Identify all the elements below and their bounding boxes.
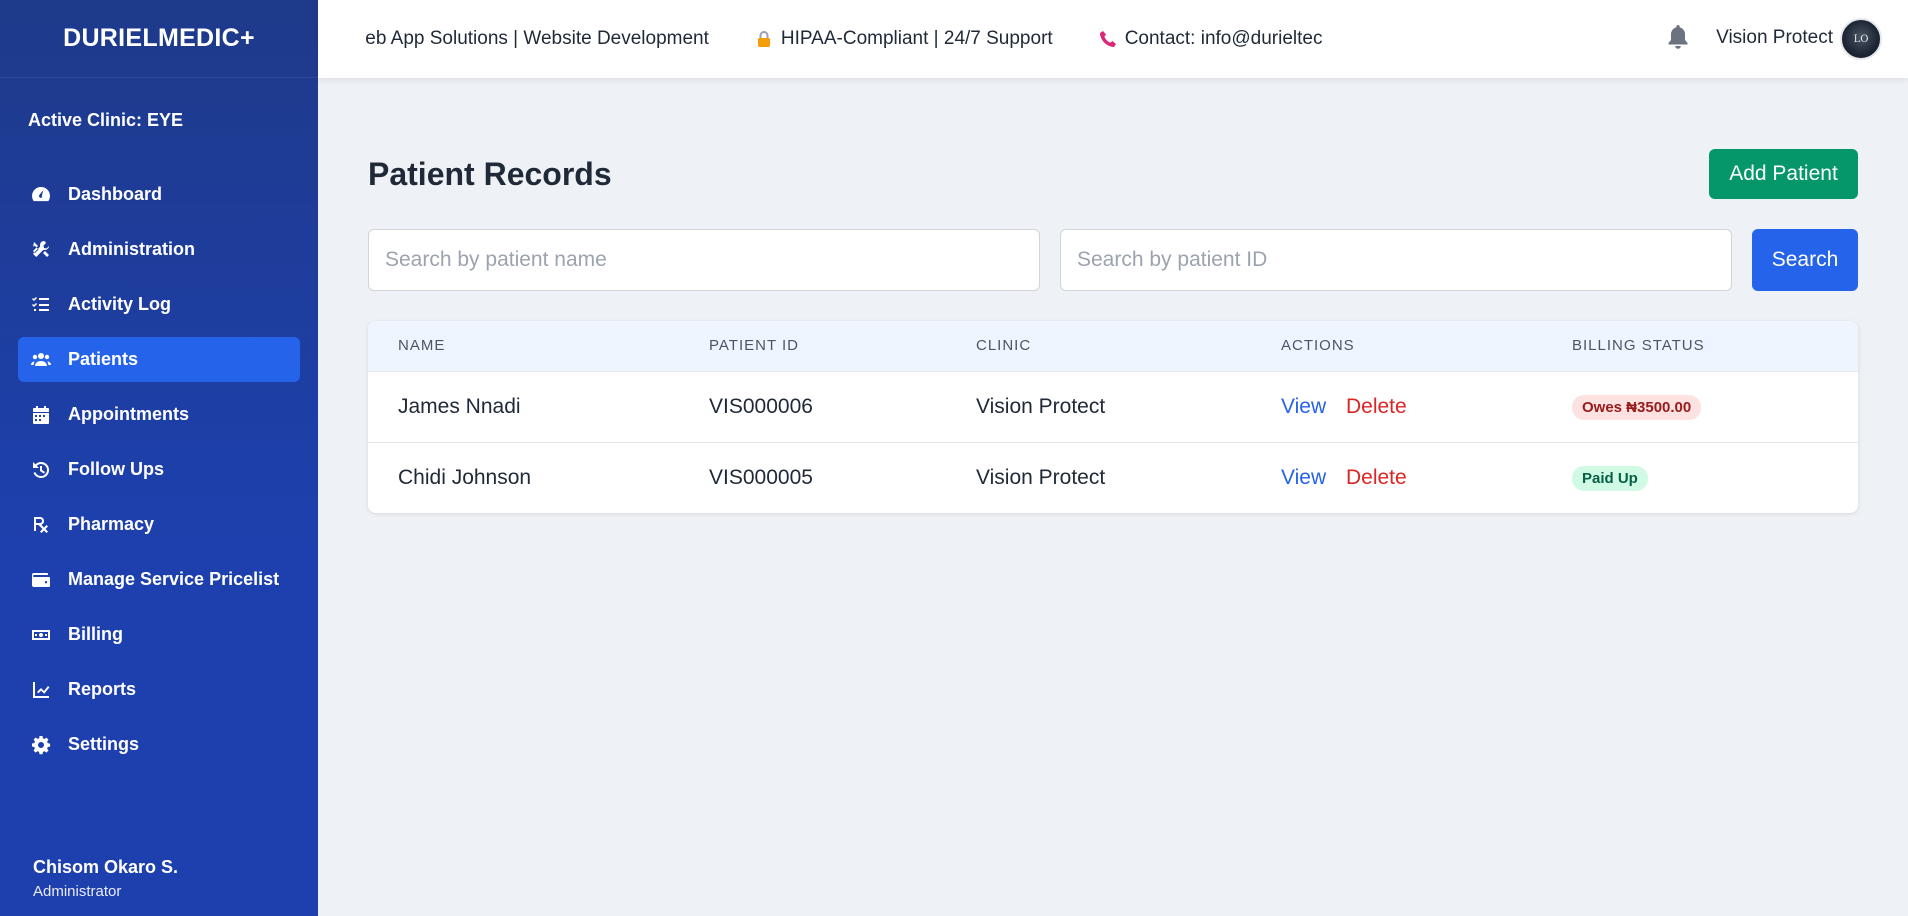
delete-link[interactable]: Delete — [1346, 466, 1407, 489]
ticker-item: HIPAA-Compliant | 24/7 Support — [755, 28, 1053, 50]
billing-status-badge: Paid Up — [1572, 465, 1648, 491]
notification-bell-icon[interactable] — [1666, 24, 1690, 50]
sidebar-item-appointments[interactable]: Appointments — [18, 392, 300, 437]
sidebar-item-pharmacy[interactable]: Pharmacy — [18, 502, 300, 547]
patient-clinic: Vision Protect — [976, 465, 1106, 489]
sidebar-item-administration[interactable]: Administration — [18, 227, 300, 272]
sidebar-item-label: Activity Log — [68, 294, 172, 314]
ticker-text: HIPAA-Compliant | 24/7 Support — [780, 28, 1053, 49]
phone-icon — [1099, 30, 1117, 48]
column-header-actions: ACTIONS — [1281, 337, 1355, 355]
patient-name: Chidi Johnson — [398, 465, 532, 489]
patient-name: James Nnadi — [398, 394, 521, 418]
ticker-item: Contact: info@durieltec — [1099, 28, 1323, 50]
tools-icon — [28, 240, 54, 260]
lock-icon — [755, 30, 773, 48]
sidebar-item-label: Settings — [68, 734, 140, 754]
view-link[interactable]: View — [1281, 395, 1326, 418]
search-name-input[interactable] — [368, 229, 1040, 291]
table-row: Chidi Johnson VIS000005 Vision Protect V… — [368, 442, 1858, 513]
list-check-icon — [28, 295, 54, 315]
user-name: Chisom Okaro S. — [33, 857, 179, 877]
search-button[interactable]: Search — [1752, 229, 1858, 291]
users-icon — [28, 350, 54, 370]
brand-logo[interactable]: DURIELMEDIC+ — [0, 0, 318, 78]
column-header-billing-status: BILLING STATUS — [1572, 337, 1705, 355]
user-role: Administrator — [33, 883, 122, 900]
patient-table: NAME PATIENT ID CLINIC ACTIONS BILLING S… — [368, 321, 1858, 513]
search-id-input[interactable] — [1060, 229, 1732, 291]
prescription-icon — [28, 515, 54, 535]
sidebar-item-label: Dashboard — [68, 184, 163, 204]
account-name[interactable]: Vision Protect — [1716, 27, 1833, 49]
chart-line-icon — [28, 680, 54, 700]
table-header-row: NAME PATIENT ID CLINIC ACTIONS BILLING S… — [368, 321, 1858, 371]
column-header-clinic: CLINIC — [976, 337, 1032, 355]
sidebar-item-manage-service-pricelist[interactable]: Manage Service Pricelist — [18, 557, 300, 602]
column-header-patient-id: PATIENT ID — [709, 337, 800, 355]
column-header-name: NAME — [398, 337, 446, 355]
ticker-text: Contact: info@durieltec — [1124, 28, 1323, 49]
billing-status-badge: Owes ₦3500.00 — [1572, 394, 1702, 420]
topbar: /eb App Solutions | Website Development … — [318, 0, 1908, 78]
sidebar-item-label: Billing — [68, 624, 123, 644]
avatar[interactable]: LO — [1840, 18, 1882, 60]
page-title: Patient Records — [368, 156, 612, 192]
sidebar-item-label: Appointments — [68, 404, 189, 424]
ticker-text: /eb App Solutions | Website Development — [366, 28, 709, 49]
patient-actions: View Delete — [1251, 442, 1542, 513]
money-bill-icon — [28, 625, 54, 645]
sidebar-item-dashboard[interactable]: Dashboard — [18, 172, 300, 217]
gauge-icon — [28, 185, 54, 205]
calendar-icon — [28, 405, 54, 425]
billing-status-cell: Paid Up — [1542, 442, 1858, 513]
gear-icon — [28, 735, 54, 755]
patient-clinic: Vision Protect — [976, 394, 1106, 418]
table-row: James Nnadi VIS000006 Vision Protect Vie… — [368, 371, 1858, 442]
patient-id: VIS000006 — [709, 394, 813, 418]
search-bar: Search — [368, 229, 1858, 291]
view-link[interactable]: View — [1281, 466, 1326, 489]
marquee-ticker: /eb App Solutions | Website Development … — [366, 0, 1406, 78]
patient-actions: View Delete — [1251, 371, 1542, 442]
sidebar-item-label: Administration — [68, 239, 196, 259]
active-clinic-label: Active Clinic: EYE — [28, 110, 184, 130]
wallet-icon — [28, 570, 54, 590]
current-user: Chisom Okaro S. Administrator — [33, 857, 178, 900]
sidebar-item-billing[interactable]: Billing — [18, 612, 300, 657]
sidebar-item-label: Patients — [68, 349, 139, 369]
delete-link[interactable]: Delete — [1346, 395, 1407, 418]
history-icon — [28, 460, 54, 480]
sidebar-item-label: Manage Service Pricelist — [68, 569, 280, 589]
add-patient-button[interactable]: Add Patient — [1709, 149, 1858, 199]
sidebar-item-reports[interactable]: Reports — [18, 667, 300, 712]
ticker-item: /eb App Solutions | Website Development — [366, 28, 709, 50]
sidebar-nav: Dashboard Administration Activity Log Pa… — [0, 172, 318, 767]
sidebar: DURIELMEDIC+ Active Clinic: EYE Dashboar… — [0, 0, 318, 916]
sidebar-item-patients[interactable]: Patients — [18, 337, 300, 382]
sidebar-item-settings[interactable]: Settings — [18, 722, 300, 767]
billing-status-cell: Owes ₦3500.00 — [1542, 371, 1858, 442]
sidebar-item-label: Reports — [68, 679, 137, 699]
sidebar-item-follow-ups[interactable]: Follow Ups — [18, 447, 300, 492]
patient-id: VIS000005 — [709, 465, 813, 489]
sidebar-item-activity-log[interactable]: Activity Log — [18, 282, 300, 327]
sidebar-item-label: Follow Ups — [68, 459, 164, 479]
sidebar-item-label: Pharmacy — [68, 514, 155, 534]
